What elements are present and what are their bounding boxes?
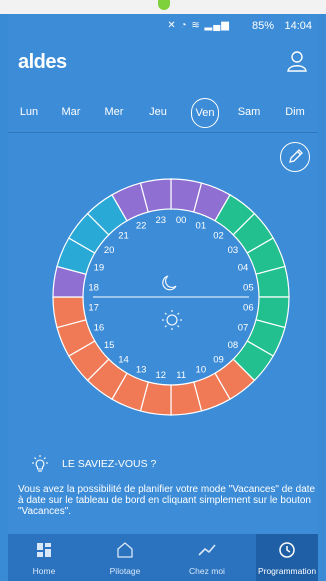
tab-programmation[interactable]: Programmation xyxy=(256,534,318,581)
tab-home[interactable]: Home xyxy=(13,534,75,581)
hour-label-12: 12 xyxy=(156,370,167,381)
day-tab-sam[interactable]: Sam xyxy=(236,98,262,126)
tab-label: Pilotage xyxy=(109,566,141,576)
hour-label-23: 23 xyxy=(156,215,167,226)
hour-labels: 00 01 02 03 04 05 06 07 08 09 10 11 12 13 1415 16 17 18 19… xyxy=(88,215,253,381)
hour-label-00: 00 xyxy=(176,215,187,226)
hour-label-18: 18 xyxy=(88,282,99,293)
hour-label-20: 20 xyxy=(104,245,115,256)
hour-label-05: 05 xyxy=(243,282,254,293)
hour-label-15: 15 xyxy=(104,340,115,351)
lightbulb-icon xyxy=(32,455,48,472)
hour-label-08: 08 xyxy=(228,340,239,351)
hour-label-03: 03 xyxy=(228,245,239,256)
house-icon xyxy=(117,542,133,558)
hour-label-04: 04 xyxy=(238,263,249,274)
device-frame-top xyxy=(0,0,326,14)
edit-pencil-icon[interactable] xyxy=(280,142,310,172)
hour-label-09: 09 xyxy=(213,354,224,365)
status-icons: ✕ ◔ ≋ ▂▄▆ xyxy=(167,20,230,31)
tip-title: LE SAVIEZ-VOUS ? xyxy=(62,458,157,470)
tab-label: Chez moi xyxy=(189,566,225,576)
hour-label-19: 19 xyxy=(94,263,105,274)
bottom-tab-bar: Home Pilotage Chez moi Programmation xyxy=(8,534,318,581)
aldes-logo: aldes xyxy=(18,51,67,73)
day-tab-jeu[interactable]: Jeu xyxy=(145,98,171,126)
grid-icon xyxy=(37,543,51,557)
header-divider xyxy=(8,132,318,133)
device-indicator xyxy=(158,0,170,10)
hour-label-02: 02 xyxy=(213,231,224,242)
hour-label-07: 07 xyxy=(238,322,249,333)
trend-icon xyxy=(198,544,216,556)
day-tab-ven[interactable]: Ven xyxy=(191,98,219,128)
day-selector: Lun Mar Mer Jeu Ven Sam Dim xyxy=(8,98,318,128)
hour-label-06: 06 xyxy=(243,303,254,314)
app-header: aldes xyxy=(8,38,318,86)
hour-label-16: 16 xyxy=(94,322,105,333)
clock-icon xyxy=(279,542,295,558)
moon-icon xyxy=(162,275,177,291)
day-tab-mer[interactable]: Mer xyxy=(101,98,127,126)
hour-label-10: 10 xyxy=(196,365,207,376)
user-icon[interactable] xyxy=(286,50,308,72)
hour-label-17: 17 xyxy=(88,303,99,314)
status-bar: ✕ ◔ ≋ ▂▄▆ 85% 14:04 xyxy=(8,14,318,38)
hour-label-22: 22 xyxy=(136,220,147,231)
hour-label-01: 01 xyxy=(196,220,207,231)
tip-text: Vous avez la possibilité de planifier vo… xyxy=(18,484,316,517)
hour-label-11: 11 xyxy=(176,370,186,381)
tab-pilotage[interactable]: Pilotage xyxy=(94,534,156,581)
hour-label-14: 14 xyxy=(118,354,129,365)
day-tab-lun[interactable]: Lun xyxy=(16,98,42,126)
status-time: 14:04 xyxy=(284,20,312,32)
app-screen: ✕ ◔ ≋ ▂▄▆ 85% 14:04 aldes Lun Mar Mer Je… xyxy=(8,14,318,581)
day-tab-mar[interactable]: Mar xyxy=(58,98,84,126)
sun-icon xyxy=(162,310,182,330)
day-tab-dim[interactable]: Dim xyxy=(282,98,308,126)
tab-label: Programmation xyxy=(257,566,317,576)
tab-chez-moi[interactable]: Chez moi xyxy=(176,534,238,581)
hour-label-21: 21 xyxy=(118,231,129,242)
hour-label-13: 13 xyxy=(136,365,147,376)
tab-label: Home xyxy=(32,566,56,576)
battery-level: 85% xyxy=(251,20,274,32)
schedule-clock[interactable]: 00 01 02 03 04 05 06 07 08 09 10 11 12 13 1415 16 17 18 19… xyxy=(46,172,296,422)
